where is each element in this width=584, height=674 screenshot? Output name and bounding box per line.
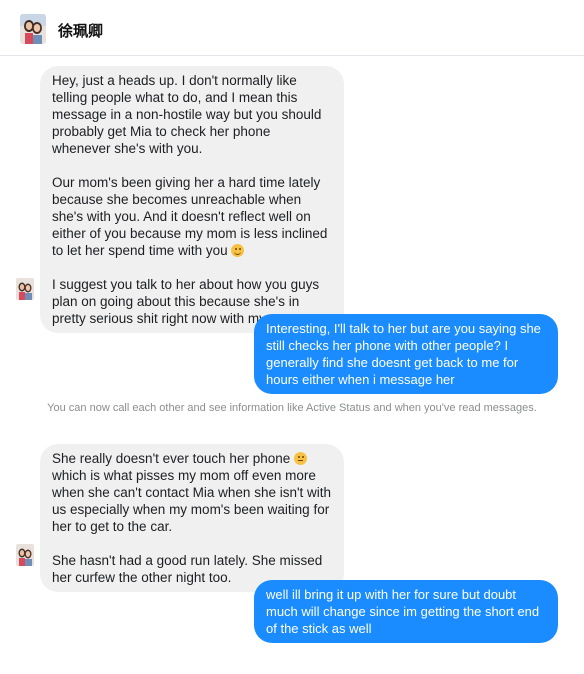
- sender-avatar[interactable]: [16, 278, 34, 300]
- message-paragraph: She really doesn't ever touch her phone …: [52, 450, 332, 535]
- grinning-face-emoji-icon: [231, 244, 245, 257]
- message-paragraph-text: Our mom's been giving her a hard time la…: [52, 175, 332, 258]
- conversation-header: 徐珮卿: [0, 0, 584, 56]
- outgoing-message-bubble[interactable]: Interesting, I'll talk to her but are yo…: [254, 314, 558, 394]
- contact-name[interactable]: 徐珮卿: [58, 20, 103, 41]
- eye-roll-emoji-icon: [294, 452, 307, 465]
- outgoing-message-bubble[interactable]: well ill bring it up with her for sure b…: [254, 580, 558, 643]
- message-paragraph: Hey, just a heads up. I don't normally l…: [52, 73, 326, 156]
- sender-avatar[interactable]: [16, 544, 34, 566]
- incoming-message-bubble[interactable]: She really doesn't ever touch her phone …: [40, 444, 344, 592]
- message-paragraph-text: She really doesn't ever touch her phone: [52, 451, 291, 466]
- incoming-message-bubble[interactable]: Hey, just a heads up. I don't normally l…: [40, 66, 344, 333]
- contact-avatar[interactable]: [20, 14, 46, 44]
- message-paragraph-text: which is what pisses my mom off even mor…: [52, 468, 335, 534]
- message-thread[interactable]: Hey, just a heads up. I don't normally l…: [0, 56, 584, 674]
- message-text: Interesting, I'll talk to her but are yo…: [266, 321, 545, 387]
- message-paragraph: Our mom's been giving her a hard time la…: [52, 174, 332, 259]
- message-text: well ill bring it up with her for sure b…: [266, 587, 543, 636]
- system-notice: You can now call each other and see info…: [47, 402, 537, 414]
